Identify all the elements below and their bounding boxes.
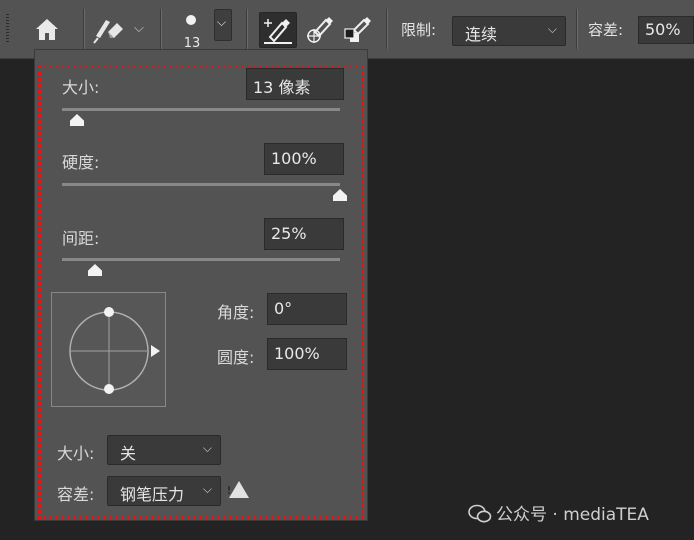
tool-preset-button[interactable]: ⌵ [90,12,152,46]
size-control-select[interactable]: 关 ⌵ [107,435,221,465]
hardness-input[interactable]: 100% [264,143,344,175]
angle-input[interactable]: 0° [267,293,347,325]
angle-roundness-dial-icon [69,307,160,394]
watermark: 公众号 · mediaTEA [468,500,649,525]
sampling-once-icon [307,17,333,43]
size-control-select-value: 关 [120,444,137,463]
chevron-down-icon: ⌵ [217,15,227,29]
limit-select-value: 连续 [465,25,498,44]
roundness-input[interactable]: 100% [267,338,347,370]
sampling-continuous-button[interactable] [259,12,297,48]
toolbar-separator [246,9,248,49]
eraser-brush-preset-icon [93,20,123,44]
sampling-continuous-icon [264,19,292,44]
limit-select[interactable]: 连续 ⌵ [452,16,566,46]
brush-preview-icon[interactable] [186,15,196,25]
tolerance-label: 容差: [588,21,624,39]
size-input[interactable]: 13 像素 [246,68,344,100]
brush-picker-dropdown-button[interactable]: ⌵ [214,9,232,41]
spacing-input[interactable]: 25% [264,218,344,250]
tolerance-control-select-value: 钢笔压力 [120,485,185,504]
spacing-slider[interactable] [62,258,340,261]
home-icon [36,19,58,40]
tolerance-control-select[interactable]: 钢笔压力 ⌵ [107,476,221,506]
angle-roundness-preview[interactable] [51,292,166,407]
toolbar-separator [576,9,578,49]
roundness-label: 圆度: [217,348,255,367]
limit-label: 限制: [401,21,437,39]
warning-icon: ! [226,481,249,498]
wechat-icon [468,504,492,523]
toolbar-separator [386,9,388,49]
size-label: 大小: [62,78,100,97]
chevron-down-icon: ⌵ [202,441,212,455]
tolerance-input[interactable]: 50% [638,16,694,44]
chevron-down-icon: ⌵ [547,22,557,36]
size-slider[interactable] [62,108,340,111]
toolbar-separator [83,9,85,49]
home-button[interactable] [30,14,64,44]
toolbar-grip[interactable] [6,14,9,44]
sampling-background-button[interactable] [340,12,374,46]
sampling-background-icon [344,17,371,42]
spacing-label: 间距: [62,229,100,248]
tolerance-control-label: 容差: [57,485,95,504]
toolbar-separator [160,9,162,49]
chevron-down-icon: ⌵ [202,482,212,496]
hardness-slider[interactable] [62,183,340,186]
watermark-text: 公众号 · mediaTEA [496,505,649,525]
angle-label: 角度: [217,303,255,322]
sampling-once-button[interactable] [302,12,336,46]
chevron-down-icon[interactable]: ⌵ [134,21,144,36]
size-control-label: 大小: [57,444,95,463]
hardness-label: 硬度: [62,153,100,172]
